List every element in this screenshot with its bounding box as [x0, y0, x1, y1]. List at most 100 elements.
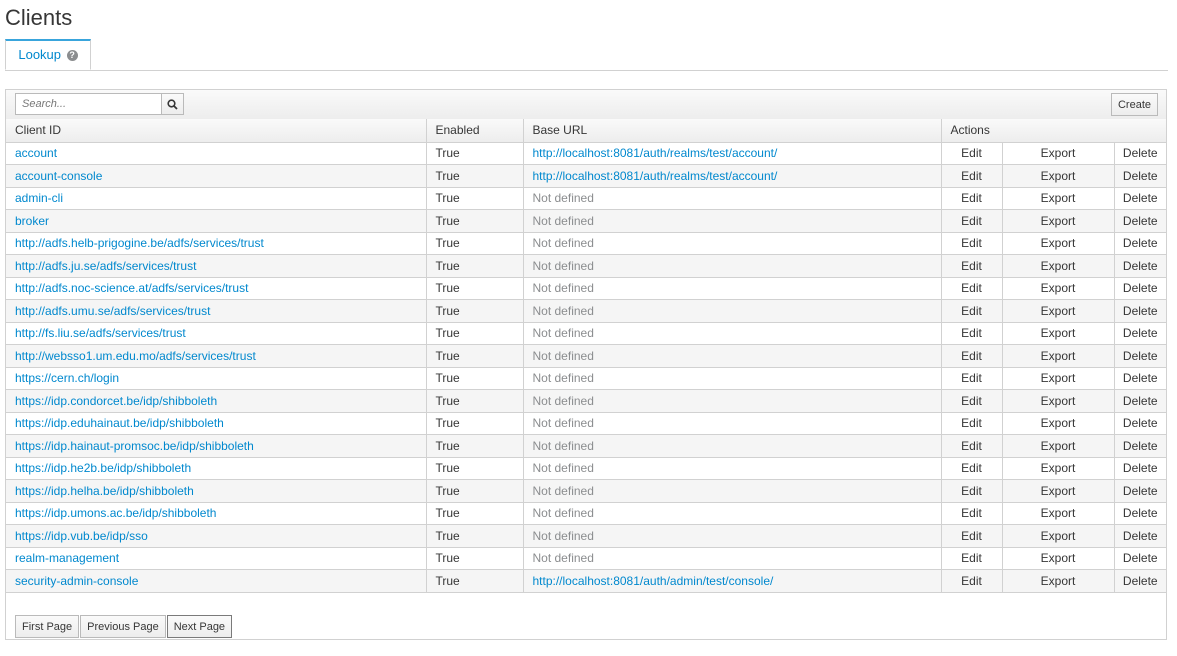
client-id-link[interactable]: https://idp.helha.be/idp/shibboleth	[6, 479, 427, 503]
delete-button[interactable]: Delete	[1113, 231, 1167, 255]
enabled-cell: True	[425, 501, 524, 525]
client-id-link[interactable]: https://idp.condorcet.be/idp/shibboleth	[6, 389, 427, 413]
edit-button[interactable]: Edit	[940, 366, 1003, 390]
export-button[interactable]: Export	[1001, 209, 1115, 233]
export-button[interactable]: Export	[1001, 254, 1115, 278]
edit-button[interactable]: Edit	[940, 276, 1003, 300]
export-button[interactable]: Export	[1001, 434, 1115, 458]
delete-button[interactable]: Delete	[1113, 366, 1167, 390]
client-id-link[interactable]: https://idp.eduhainaut.be/idp/shibboleth	[6, 411, 427, 435]
export-button[interactable]: Export	[1001, 501, 1115, 525]
edit-button[interactable]: Edit	[940, 254, 1003, 278]
client-id-link[interactable]: http://adfs.helb-prigogine.be/adfs/servi…	[6, 231, 427, 255]
client-id-link[interactable]: account-console	[6, 164, 427, 188]
edit-button[interactable]: Edit	[940, 434, 1003, 458]
edit-button[interactable]: Edit	[940, 479, 1003, 503]
client-id-link[interactable]: http://adfs.noc-science.at/adfs/services…	[6, 276, 427, 300]
export-button[interactable]: Export	[1001, 231, 1115, 255]
export-button[interactable]: Export	[1001, 456, 1115, 480]
client-id-link[interactable]: http://adfs.ju.se/adfs/services/trust	[6, 254, 427, 278]
delete-button[interactable]: Delete	[1113, 186, 1167, 210]
delete-button[interactable]: Delete	[1113, 434, 1167, 458]
client-id-link[interactable]: realm-management	[6, 546, 427, 570]
export-button[interactable]: Export	[1001, 569, 1115, 593]
pagination: First Page Previous Page Next Page	[15, 615, 233, 638]
edit-button[interactable]: Edit	[940, 389, 1003, 413]
delete-button[interactable]: Delete	[1113, 254, 1167, 278]
first-page-button[interactable]: First Page	[15, 615, 80, 638]
client-id-link[interactable]: admin-cli	[6, 186, 427, 210]
column-header-enabled[interactable]: Enabled	[425, 119, 524, 143]
delete-button[interactable]: Delete	[1113, 389, 1167, 413]
delete-button[interactable]: Delete	[1113, 299, 1167, 323]
search-button[interactable]	[161, 93, 184, 115]
export-button[interactable]: Export	[1001, 366, 1115, 390]
delete-button[interactable]: Delete	[1113, 141, 1167, 165]
export-button[interactable]: Export	[1001, 344, 1115, 368]
export-button[interactable]: Export	[1001, 389, 1115, 413]
edit-button[interactable]: Edit	[940, 141, 1003, 165]
delete-button[interactable]: Delete	[1113, 501, 1167, 525]
edit-button[interactable]: Edit	[940, 411, 1003, 435]
client-id-link[interactable]: http://adfs.umu.se/adfs/services/trust	[6, 299, 427, 323]
edit-button[interactable]: Edit	[940, 546, 1003, 570]
table-row: admin-cli True Not defined Edit Export Delete	[6, 186, 1167, 210]
delete-button[interactable]: Delete	[1113, 276, 1167, 300]
client-id-link[interactable]: broker	[6, 209, 427, 233]
help-icon[interactable]: ?	[66, 50, 78, 61]
next-page-button[interactable]: Next Page	[166, 615, 233, 638]
export-button[interactable]: Export	[1001, 321, 1115, 345]
delete-button[interactable]: Delete	[1113, 321, 1167, 345]
export-button[interactable]: Export	[1001, 411, 1115, 435]
create-button[interactable]: Create	[1111, 93, 1158, 116]
client-id-link[interactable]: https://idp.umons.ac.be/idp/shibboleth	[6, 501, 427, 525]
client-id-link[interactable]: https://cern.ch/login	[6, 366, 427, 390]
base-url-link[interactable]: http://localhost:8081/auth/realms/test/a…	[522, 164, 942, 188]
edit-button[interactable]: Edit	[940, 186, 1003, 210]
edit-button[interactable]: Edit	[940, 524, 1003, 548]
export-button[interactable]: Export	[1001, 299, 1115, 323]
base-url-link[interactable]: http://localhost:8081/auth/realms/test/a…	[522, 141, 942, 165]
edit-button[interactable]: Edit	[940, 231, 1003, 255]
delete-button[interactable]: Delete	[1113, 524, 1167, 548]
enabled-cell: True	[425, 231, 524, 255]
client-id-link[interactable]: account	[6, 141, 427, 165]
client-id-link[interactable]: https://idp.he2b.be/idp/shibboleth	[6, 456, 427, 480]
edit-button[interactable]: Edit	[940, 321, 1003, 345]
enabled-cell: True	[425, 434, 524, 458]
delete-button[interactable]: Delete	[1113, 456, 1167, 480]
export-button[interactable]: Export	[1001, 276, 1115, 300]
export-button[interactable]: Export	[1001, 164, 1115, 188]
export-button[interactable]: Export	[1001, 141, 1115, 165]
delete-button[interactable]: Delete	[1113, 546, 1167, 570]
delete-button[interactable]: Delete	[1113, 569, 1167, 593]
export-button[interactable]: Export	[1001, 546, 1115, 570]
search-input[interactable]	[15, 93, 162, 115]
client-id-link[interactable]: https://idp.vub.be/idp/sso	[6, 524, 427, 548]
previous-page-button[interactable]: Previous Page	[80, 615, 166, 638]
edit-button[interactable]: Edit	[940, 569, 1003, 593]
client-id-link[interactable]: http://fs.liu.se/adfs/services/trust	[6, 321, 427, 345]
edit-button[interactable]: Edit	[940, 299, 1003, 323]
tab-lookup[interactable]: Lookup ?	[5, 39, 91, 70]
client-id-link[interactable]: http://websso1.um.edu.mo/adfs/services/t…	[6, 344, 427, 368]
edit-button[interactable]: Edit	[940, 344, 1003, 368]
export-button[interactable]: Export	[1001, 479, 1115, 503]
base-url-cell: Not defined	[522, 411, 942, 435]
delete-button[interactable]: Delete	[1113, 344, 1167, 368]
delete-button[interactable]: Delete	[1113, 164, 1167, 188]
base-url-link[interactable]: http://localhost:8081/auth/admin/test/co…	[522, 569, 942, 593]
edit-button[interactable]: Edit	[940, 209, 1003, 233]
client-id-link[interactable]: security-admin-console	[6, 569, 427, 593]
edit-button[interactable]: Edit	[940, 501, 1003, 525]
export-button[interactable]: Export	[1001, 524, 1115, 548]
delete-button[interactable]: Delete	[1113, 479, 1167, 503]
client-id-link[interactable]: https://idp.hainaut-promsoc.be/idp/shibb…	[6, 434, 427, 458]
column-header-base-url[interactable]: Base URL	[522, 119, 942, 143]
column-header-client-id[interactable]: Client ID	[6, 119, 427, 143]
edit-button[interactable]: Edit	[940, 456, 1003, 480]
export-button[interactable]: Export	[1001, 186, 1115, 210]
delete-button[interactable]: Delete	[1113, 411, 1167, 435]
edit-button[interactable]: Edit	[940, 164, 1003, 188]
delete-button[interactable]: Delete	[1113, 209, 1167, 233]
